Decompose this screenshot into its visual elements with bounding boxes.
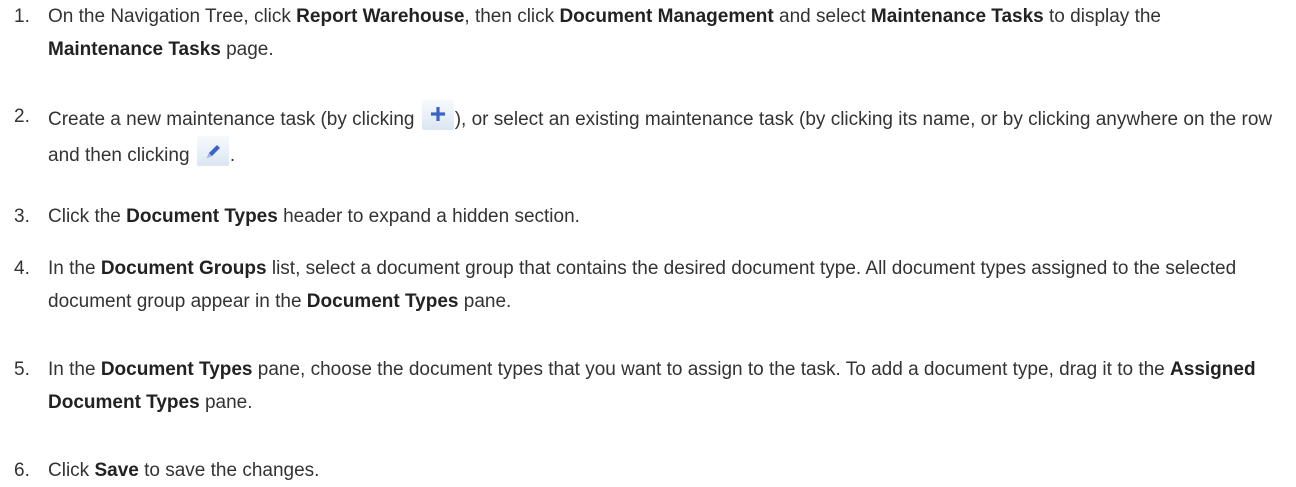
step-number: 6. [14, 460, 30, 481]
ui-term: Report Warehouse [296, 6, 465, 27]
step-2: 2. Create a new maintenance task (by cli… [0, 100, 1280, 172]
text: On the Navigation Tree, click [48, 6, 297, 27]
text: Create a new maintenance task (by clicki… [48, 109, 420, 130]
step-text: In the Document Groups list, select a do… [48, 252, 1280, 318]
text: Click [48, 460, 95, 481]
step-6: 6. Click Save to save the changes. [0, 454, 1280, 487]
ui-term: Maintenance Tasks [48, 39, 221, 60]
text: and select [773, 6, 871, 27]
step-number: 5. [14, 359, 30, 380]
step-text: Click Save to save the changes. [48, 454, 1280, 487]
step-number: 3. [14, 206, 30, 227]
text: to display the [1043, 6, 1161, 27]
text: pane, choose the document types that you… [252, 359, 1171, 380]
step-number: 1. [14, 6, 30, 27]
step-3: 3. Click the Document Types header to ex… [0, 200, 1280, 233]
text: , then click [464, 6, 560, 27]
step-4: 4. In the Document Groups list, select a… [0, 252, 1280, 318]
step-text: On the Navigation Tree, click Report War… [48, 0, 1280, 66]
plus-icon [421, 100, 454, 130]
step-text: Create a new maintenance task (by clicki… [48, 100, 1280, 172]
step-number: 2. [14, 106, 30, 127]
ui-term: Save [94, 460, 139, 481]
step-1: 1. On the Navigation Tree, click Report … [0, 0, 1280, 66]
text: header to expand a hidden section. [277, 206, 580, 227]
text: In the [48, 258, 101, 279]
text: In the [48, 359, 101, 380]
ui-term: Document Types [126, 206, 278, 227]
text: Click the [48, 206, 127, 227]
step-number: 4. [14, 258, 30, 279]
ui-term: Document Types [100, 359, 253, 380]
step-5: 5. In the Document Types pane, choose th… [0, 353, 1280, 419]
step-text: In the Document Types pane, choose the d… [48, 353, 1280, 419]
ui-term: Document Groups [100, 258, 267, 279]
text: pane. [199, 392, 253, 413]
step-text: Click the Document Types header to expan… [48, 200, 1280, 233]
text: pane. [458, 291, 512, 312]
text: to save the changes. [138, 460, 320, 481]
ui-term: Document Types [306, 291, 459, 312]
ui-term: Maintenance Tasks [870, 6, 1044, 27]
ui-term: Document Management [559, 6, 774, 27]
pencil-icon [196, 136, 229, 166]
text: page. [220, 39, 274, 60]
text: . [229, 145, 236, 166]
